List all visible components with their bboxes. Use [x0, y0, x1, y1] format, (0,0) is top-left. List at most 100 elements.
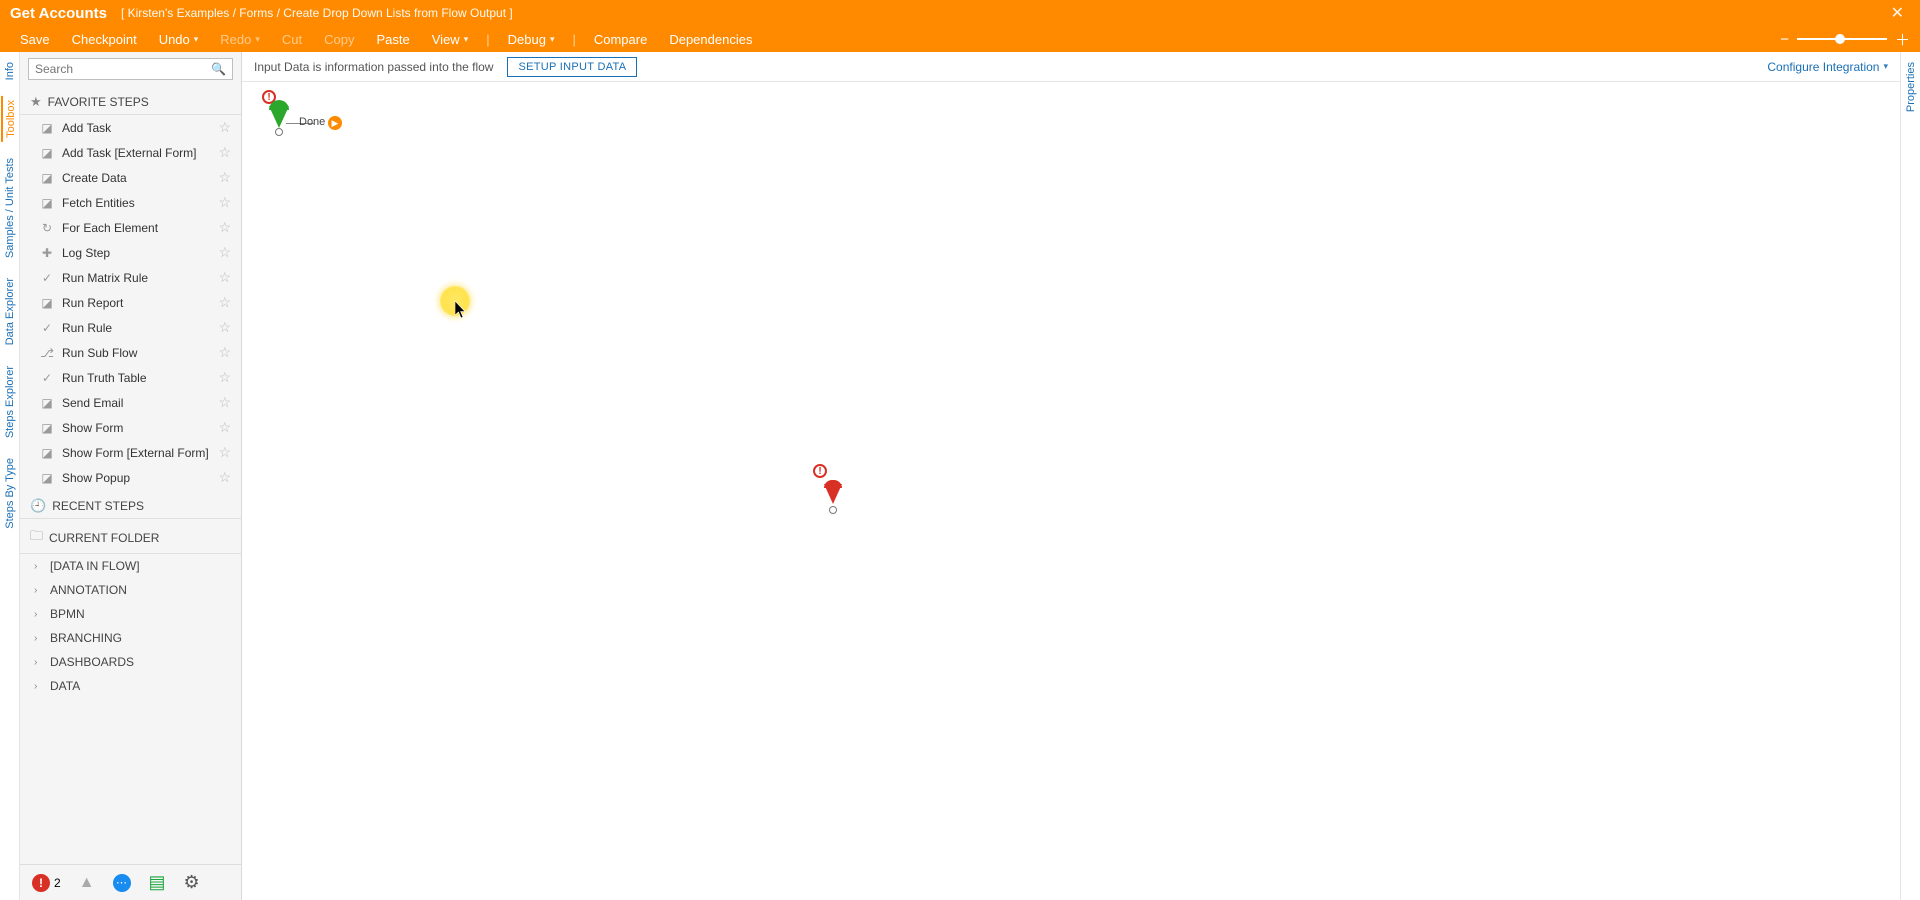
favorite-star-icon[interactable]: ☆	[218, 144, 231, 161]
menu-redo[interactable]: Redo ▾	[210, 30, 270, 49]
menu-copy[interactable]: Copy	[314, 30, 364, 49]
category-label: DATA	[50, 679, 80, 693]
section-recent-steps[interactable]: 🕘 RECENT STEPS	[20, 490, 241, 519]
zoom-in-button[interactable]: ＋	[1895, 29, 1910, 50]
favorite-star-icon[interactable]: ☆	[218, 169, 231, 186]
favorite-step-item[interactable]: ↻For Each Element☆	[20, 215, 241, 240]
step-type-icon: ◪	[40, 296, 54, 310]
start-node[interactable]: !	[262, 90, 296, 135]
category-tree-item[interactable]: ›BPMN	[20, 602, 241, 626]
right-tab-properties[interactable]: Properties	[1903, 58, 1919, 116]
breadcrumb: [ Kirsten's Examples / Forms / Create Dr…	[121, 6, 513, 20]
favorite-star-icon[interactable]: ☆	[218, 419, 231, 436]
step-label: Add Task	[62, 121, 210, 135]
setup-input-data-button[interactable]: SETUP INPUT DATA	[507, 57, 637, 77]
favorite-star-icon[interactable]: ☆	[218, 119, 231, 136]
left-tab-steps-explorer[interactable]: Steps Explorer	[2, 362, 18, 442]
end-node[interactable]: !	[817, 470, 851, 520]
favorite-step-item[interactable]: ✚Log Step☆	[20, 240, 241, 265]
favorite-step-item[interactable]: ◪Show Form☆	[20, 415, 241, 440]
favorite-star-icon[interactable]: ☆	[218, 369, 231, 386]
left-tab-steps-by-type[interactable]: Steps By Type	[2, 454, 18, 533]
close-button[interactable]: ✕	[1885, 3, 1910, 23]
output-port[interactable]	[275, 128, 283, 136]
step-label: Send Email	[62, 396, 210, 410]
end-marker-icon	[824, 484, 842, 504]
menu-debug-label: Debug	[508, 32, 546, 47]
favorite-step-item[interactable]: ◪Fetch Entities☆	[20, 190, 241, 215]
input-port[interactable]	[829, 506, 837, 514]
zoom-slider[interactable]	[1797, 38, 1887, 40]
step-label: Add Task [External Form]	[62, 146, 210, 160]
chevron-right-icon: ›	[34, 609, 44, 620]
favorite-star-icon[interactable]: ☆	[218, 469, 231, 486]
left-tab-samples[interactable]: Samples / Unit Tests	[2, 154, 18, 262]
comments-icon[interactable]: ⋯	[113, 874, 131, 892]
error-icon: !	[32, 874, 50, 892]
favorite-step-item[interactable]: ◪Show Popup☆	[20, 465, 241, 490]
gear-icon[interactable]: ⚙	[184, 872, 200, 893]
favorite-star-icon[interactable]: ☆	[218, 269, 231, 286]
flow-canvas[interactable]: ! Done ▶ !	[242, 82, 1900, 900]
category-tree-item[interactable]: ›DATA	[20, 674, 241, 698]
section-favorite-steps[interactable]: ★ FAVORITE STEPS	[20, 86, 241, 115]
left-tab-data-explorer[interactable]: Data Explorer	[2, 274, 18, 349]
menu-checkpoint[interactable]: Checkpoint	[62, 30, 147, 49]
category-label: DASHBOARDS	[50, 655, 134, 669]
menu-debug[interactable]: Debug ▾	[498, 30, 565, 49]
favorite-step-item[interactable]: ◪Add Task [External Form]☆	[20, 140, 241, 165]
favorite-star-icon[interactable]: ☆	[218, 394, 231, 411]
chevron-down-icon: ▾	[550, 34, 555, 45]
menu-cut[interactable]: Cut	[272, 30, 312, 49]
favorite-step-item[interactable]: ✓Run Matrix Rule☆	[20, 265, 241, 290]
left-tab-toolbox[interactable]: Toolbox	[1, 96, 19, 142]
favorite-star-icon[interactable]: ☆	[218, 444, 231, 461]
category-tree: ›[DATA IN FLOW]›ANNOTATION›BPMN›BRANCHIN…	[20, 554, 241, 698]
favorite-star-icon[interactable]: ☆	[218, 244, 231, 261]
favorite-step-item[interactable]: ⎇Run Sub Flow☆	[20, 340, 241, 365]
category-tree-item[interactable]: ›DASHBOARDS	[20, 650, 241, 674]
favorite-star-icon[interactable]: ☆	[218, 294, 231, 311]
menu-view-label: View	[432, 32, 460, 47]
step-label: Fetch Entities	[62, 196, 210, 210]
step-label: Run Rule	[62, 321, 210, 335]
favorite-step-item[interactable]: ◪Send Email☆	[20, 390, 241, 415]
configure-integration-link[interactable]: Configure Integration ▾	[1767, 60, 1888, 74]
step-label: Show Form [External Form]	[62, 446, 210, 460]
section-current-folder[interactable]: 🗀 CURRENT FOLDER	[20, 519, 241, 554]
category-tree-item[interactable]: ›BRANCHING	[20, 626, 241, 650]
favorite-step-item[interactable]: ◪Add Task☆	[20, 115, 241, 140]
warning-icon[interactable]: ▲	[79, 874, 95, 892]
search-input[interactable]	[35, 62, 211, 76]
favorite-star-icon[interactable]: ☆	[218, 219, 231, 236]
favorite-star-icon[interactable]: ☆	[218, 194, 231, 211]
favorite-step-item[interactable]: ◪Create Data☆	[20, 165, 241, 190]
menu-paste[interactable]: Paste	[367, 30, 420, 49]
category-tree-item[interactable]: ›ANNOTATION	[20, 578, 241, 602]
connector-label: Done	[299, 116, 325, 128]
favorite-step-item[interactable]: ◪Show Form [External Form]☆	[20, 440, 241, 465]
favorite-step-item[interactable]: ✓Run Truth Table☆	[20, 365, 241, 390]
section-favorite-label: FAVORITE STEPS	[48, 95, 149, 109]
menu-undo[interactable]: Undo ▾	[149, 30, 209, 49]
left-tab-info[interactable]: Info	[2, 58, 18, 84]
favorite-star-icon[interactable]: ☆	[218, 344, 231, 361]
menu-compare[interactable]: Compare	[584, 30, 657, 49]
zoom-out-button[interactable]: −	[1780, 31, 1789, 48]
favorite-step-item[interactable]: ✓Run Rule☆	[20, 315, 241, 340]
toolbox-scroll[interactable]: ★ FAVORITE STEPS ◪ Add Task ☆ ◪ Add Task [Ex…	[20, 86, 241, 864]
category-tree-item[interactable]: ›[DATA IN FLOW]	[20, 554, 241, 578]
zoom-slider-thumb[interactable]	[1835, 34, 1845, 44]
step-type-icon: ◪	[40, 171, 54, 185]
menu-view[interactable]: View ▾	[422, 30, 478, 49]
document-icon[interactable]: ▤	[149, 872, 166, 893]
search-box[interactable]: 🔍	[28, 58, 233, 80]
error-count-pill[interactable]: ! 2	[32, 874, 61, 892]
connector-endpoint[interactable]: ▶	[328, 116, 342, 130]
step-type-icon: ✚	[40, 246, 54, 260]
menu-save[interactable]: Save	[10, 30, 60, 49]
favorite-star-icon[interactable]: ☆	[218, 319, 231, 336]
favorite-step-item[interactable]: ◪Run Report☆	[20, 290, 241, 315]
page-title: Get Accounts	[10, 5, 107, 22]
menu-dependencies[interactable]: Dependencies	[659, 30, 762, 49]
